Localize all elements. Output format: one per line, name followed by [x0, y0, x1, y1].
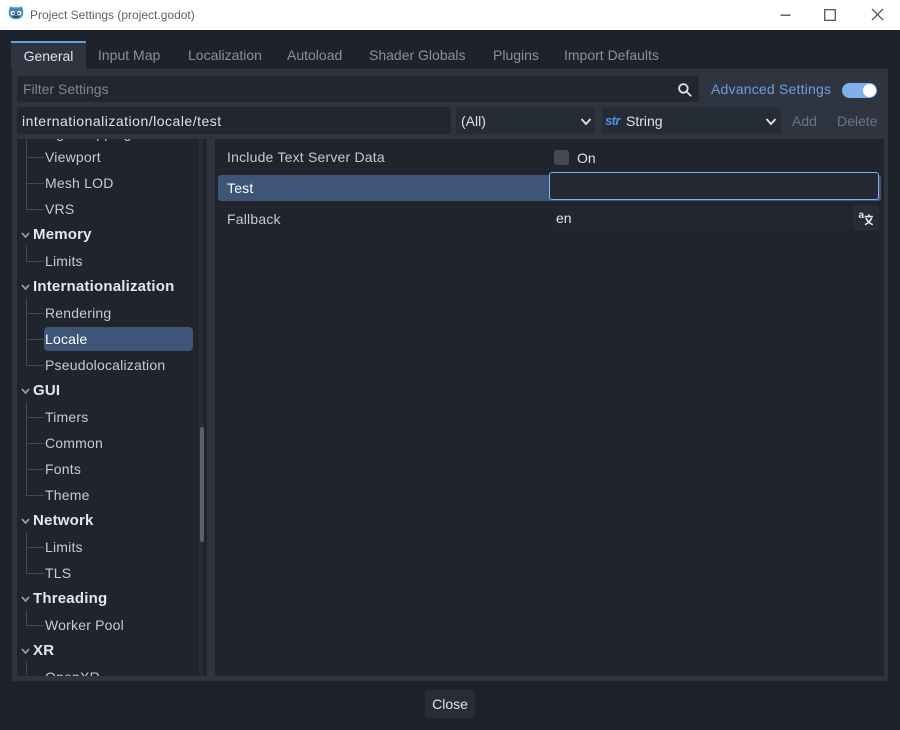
svg-text:a: a: [859, 210, 865, 221]
